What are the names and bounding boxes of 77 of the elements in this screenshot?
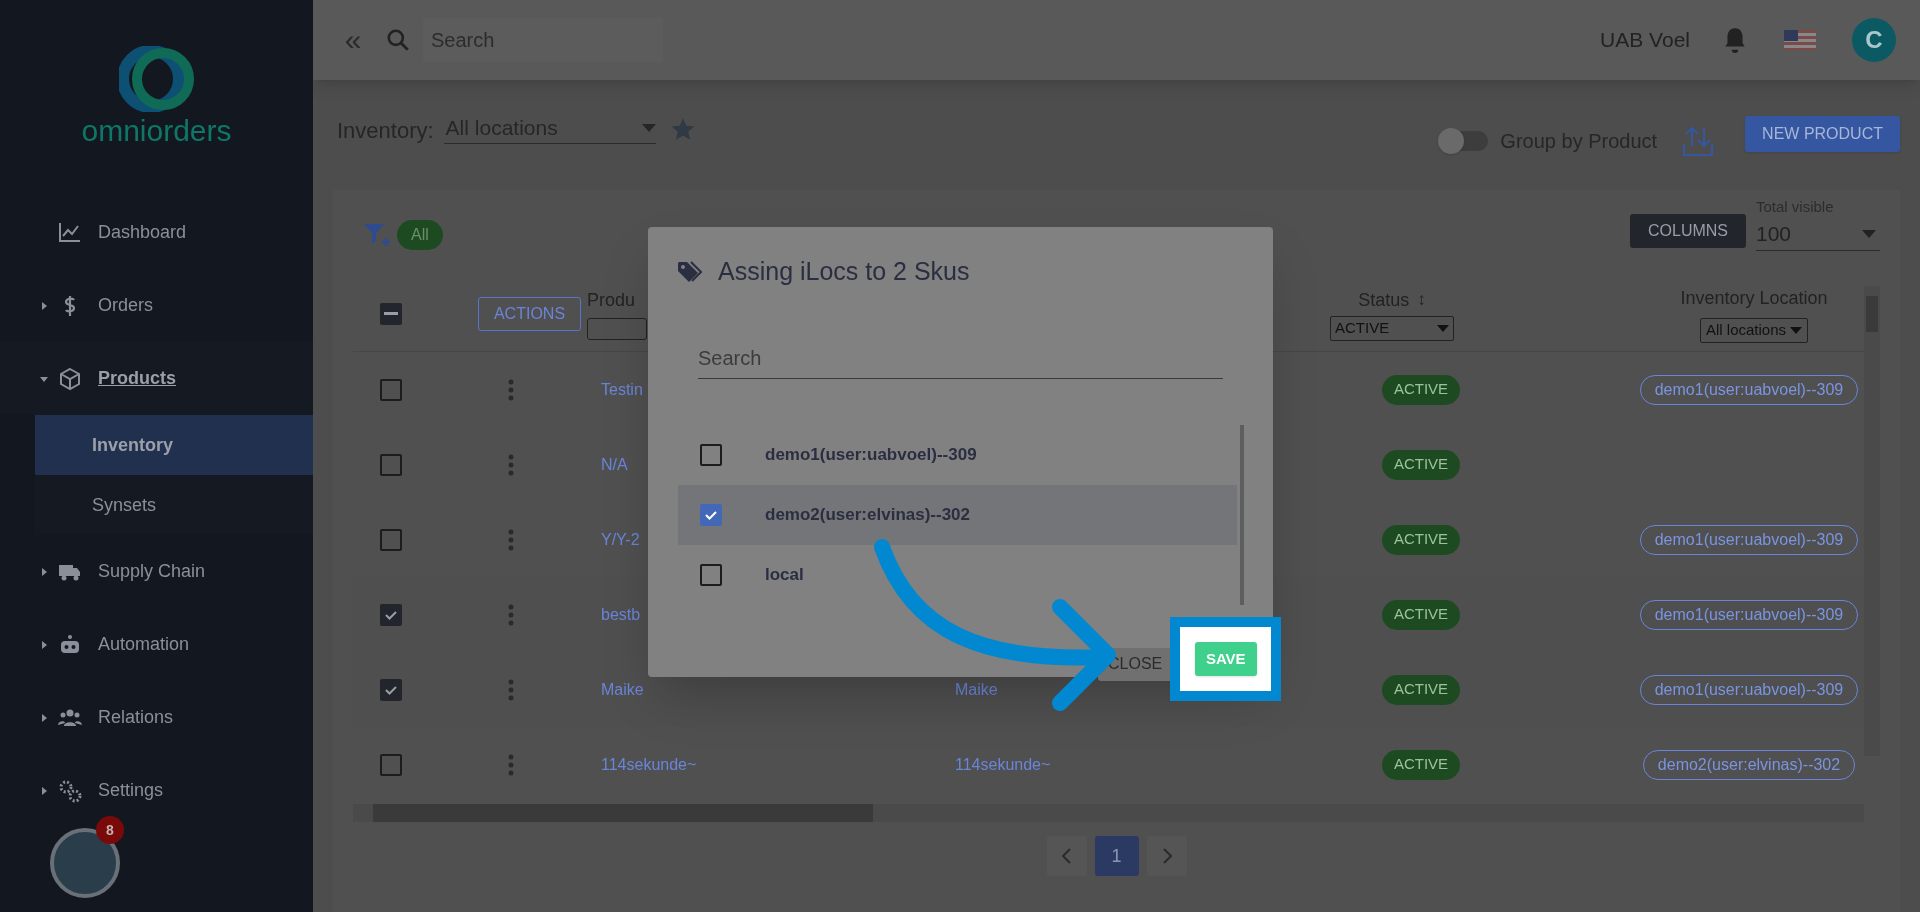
status-badge: ACTIVE	[1381, 449, 1461, 480]
caret-icon	[40, 374, 48, 383]
location-filter-select[interactable]: All locations	[1699, 317, 1808, 343]
sort-glyph[interactable]: ↕	[1417, 286, 1426, 314]
product-link[interactable]: 114sekunde~	[601, 755, 697, 773]
logo-text: omniorders	[81, 116, 232, 146]
save-button[interactable]: SAVE	[1194, 642, 1257, 676]
status-badge: ACTIVE	[1381, 599, 1461, 630]
checkbox[interactable]	[379, 753, 402, 776]
dropdown-icon	[1790, 326, 1802, 334]
kebab-menu-icon[interactable]	[508, 753, 514, 776]
tags-icon	[678, 260, 704, 283]
kebab-menu-icon[interactable]	[508, 378, 514, 401]
box-icon	[58, 366, 82, 391]
checkbox[interactable]	[379, 453, 402, 476]
page-button[interactable]: 1	[1094, 836, 1139, 876]
checkbox[interactable]	[700, 503, 722, 526]
search-field[interactable]: Search	[698, 338, 1223, 379]
checkbox[interactable]	[379, 603, 402, 626]
company-name: UAB Voel	[1600, 27, 1690, 54]
sidebar-item[interactable]: Dashboard	[0, 196, 313, 269]
kebab-menu-icon[interactable]	[508, 528, 514, 551]
product-link[interactable]: 114sekunde~	[955, 755, 1051, 773]
status-badge: ACTIVE	[1381, 674, 1461, 705]
caret-icon	[40, 640, 48, 649]
status-badge: ACTIVE	[1381, 524, 1461, 555]
sidebar-item[interactable]: Supply Chain	[0, 535, 313, 608]
product-link[interactable]: N/A	[601, 455, 628, 473]
user-avatar[interactable]: C	[1852, 18, 1896, 62]
sidebar-item[interactable]: Orders	[0, 269, 313, 342]
sidebar-item[interactable]: Relations	[0, 681, 313, 754]
columns-button[interactable]: COLUMNS	[1630, 214, 1746, 248]
list-scrollbar[interactable]	[1240, 425, 1244, 605]
dropdown-icon	[1862, 230, 1876, 238]
filter-chip[interactable]: All	[397, 220, 443, 250]
notification-badge: 8	[96, 816, 124, 844]
caret-icon	[40, 713, 48, 722]
star-icon	[669, 116, 696, 142]
caret-icon	[40, 301, 48, 310]
status-badge: ACTIVE	[1381, 374, 1461, 405]
checkbox[interactable]	[700, 563, 722, 586]
checkbox[interactable]	[700, 443, 722, 466]
option-row[interactable]: demo1(user:uabvoel)--309	[678, 424, 1237, 485]
flag-icon	[1784, 30, 1816, 50]
checkbox[interactable]	[379, 528, 402, 551]
collapse-button[interactable]: «	[337, 25, 369, 55]
option-row[interactable]: demo2(user:elvinas)--302	[678, 484, 1237, 545]
kebab-menu-icon[interactable]	[508, 453, 514, 476]
sidebar-item[interactable]: Automation	[0, 608, 313, 681]
product-link[interactable]: Maike	[601, 680, 644, 698]
product-link[interactable]: Maike	[955, 680, 998, 698]
product-link[interactable]: Testin	[601, 380, 643, 398]
dialog-title: Assing iLocs to 2 Skus	[718, 256, 970, 287]
new-product-button[interactable]: NEW PRODUCT	[1745, 116, 1900, 152]
checkbox[interactable]	[379, 678, 402, 701]
option-row[interactable]: local	[678, 544, 1237, 605]
minus-icon	[383, 311, 398, 316]
dropdown-icon	[641, 123, 656, 132]
logo-icon	[118, 46, 195, 112]
kebab-menu-icon[interactable]	[508, 678, 514, 701]
dropdown-icon	[1437, 324, 1449, 332]
caret-icon	[40, 786, 48, 795]
product-link[interactable]: Y/Y-2	[601, 530, 640, 548]
export-icon	[1681, 124, 1716, 158]
actions-button[interactable]: ACTIONS	[478, 296, 581, 331]
filter-input[interactable]	[587, 318, 647, 340]
search-icon	[385, 27, 411, 53]
select-all-checkbox[interactable]	[379, 302, 402, 325]
kebab-menu-icon[interactable]	[508, 603, 514, 626]
caret-icon	[40, 567, 48, 576]
chart-icon	[58, 220, 82, 245]
gears-icon	[58, 778, 82, 803]
product-link[interactable]: bestb	[601, 605, 641, 623]
status-badge: ACTIVE	[1381, 749, 1461, 780]
checkbox[interactable]	[379, 378, 402, 401]
status-filter-select[interactable]: ACTIVE	[1330, 315, 1454, 341]
sidebar-subitem[interactable]: Inventory	[35, 415, 313, 475]
